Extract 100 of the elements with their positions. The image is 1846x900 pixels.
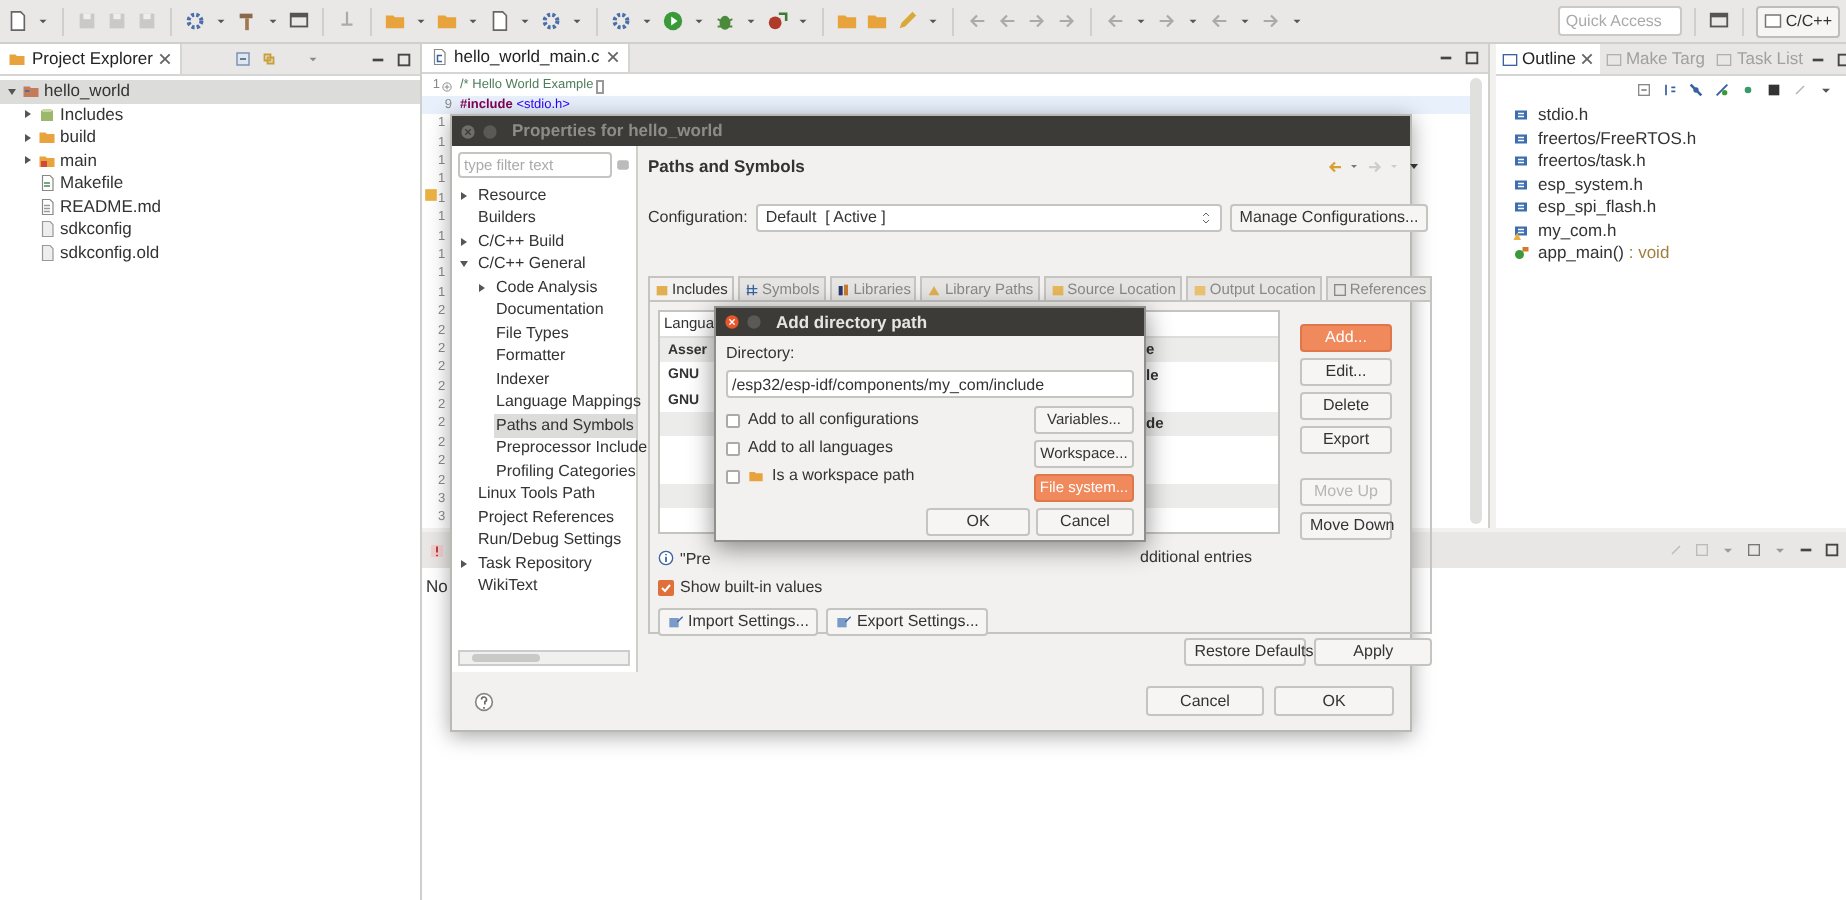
tree-item[interactable]: Language Mappings: [494, 390, 644, 415]
tree-item[interactable]: Task Repository: [476, 551, 594, 576]
collapse-all-icon[interactable]: [1636, 82, 1652, 98]
tree-item[interactable]: build: [60, 124, 96, 151]
caret-icon[interactable]: [214, 14, 228, 28]
quick-access-field[interactable]: Quick Access: [1557, 6, 1682, 36]
document-icon[interactable]: [6, 10, 28, 32]
tree-item[interactable]: Includes: [60, 101, 124, 128]
sort-icon[interactable]: [1662, 82, 1678, 98]
outline-item[interactable]: esp_system.h: [1538, 171, 1643, 198]
collapse-all-icon[interactable]: [233, 50, 252, 68]
caret-icon[interactable]: [570, 14, 584, 28]
outline-item[interactable]: my_com.h: [1538, 217, 1617, 244]
side-button[interactable]: Move Down: [1300, 512, 1392, 540]
tree-item[interactable]: Paths and Symbols: [494, 413, 636, 438]
tree-item[interactable]: C/C++ Build: [476, 229, 567, 254]
directory-field[interactable]: /esp32/esp-idf/components/my_com/include: [726, 370, 1134, 398]
tree-item[interactable]: sdkconfig.old: [60, 239, 160, 266]
ok-button[interactable]: OK: [926, 508, 1030, 536]
checkbox[interactable]: [726, 469, 740, 483]
gear-icon[interactable]: [540, 10, 562, 32]
checkbox[interactable]: [726, 413, 740, 427]
tree-item[interactable]: Indexer: [494, 367, 552, 392]
tree-item[interactable]: Profiling Categories: [494, 459, 638, 484]
tree-item[interactable]: Run/Debug Settings: [476, 528, 624, 553]
tree-item[interactable]: Project References: [476, 505, 617, 530]
side-button[interactable]: Edit...: [1300, 358, 1392, 386]
close-icon[interactable]: [1579, 52, 1594, 66]
configuration-select[interactable]: Default [ Active ]: [755, 204, 1222, 232]
tree-item[interactable]: File Types: [494, 321, 571, 346]
view-tab[interactable]: Outline: [1496, 44, 1600, 74]
caret-icon[interactable]: [1348, 160, 1361, 172]
window-icon[interactable]: [288, 10, 310, 32]
dot-icon[interactable]: [1740, 82, 1756, 98]
expand-arrow-icon[interactable]: [22, 154, 34, 167]
caret-icon[interactable]: [518, 14, 532, 28]
maximize-icon[interactable]: [396, 51, 412, 67]
hammer-icon[interactable]: [236, 10, 258, 32]
caret-icon[interactable]: [1290, 14, 1304, 28]
import-settings-button[interactable]: Import Settings...: [658, 608, 819, 636]
view-tab[interactable]: Project Explorer: [0, 44, 183, 74]
manage-configurations-button[interactable]: Manage Configurations...: [1229, 204, 1429, 232]
tree-item[interactable]: Resource: [476, 183, 549, 208]
tree-item[interactable]: README.md: [60, 193, 162, 220]
tree-item[interactable]: Formatter: [494, 344, 568, 369]
run-icon[interactable]: [662, 10, 684, 32]
caret-icon[interactable]: [1134, 14, 1148, 28]
outline-item[interactable]: esp_spi_flash.h: [1538, 194, 1657, 221]
caret-icon[interactable]: [36, 14, 50, 28]
gear-icon[interactable]: [184, 10, 206, 32]
tree-item[interactable]: hello_world: [44, 78, 130, 105]
caret-icon[interactable]: [1238, 14, 1252, 28]
tree-row[interactable]: hello_world: [0, 80, 420, 103]
outline-item[interactable]: stdio.h: [1538, 102, 1589, 129]
checkbox[interactable]: [726, 441, 740, 455]
scrollbar[interactable]: [1470, 77, 1482, 524]
caret-icon[interactable]: [1186, 14, 1200, 28]
close-icon[interactable]: [158, 52, 173, 66]
maximize-icon[interactable]: [1464, 49, 1480, 66]
tree-item[interactable]: Documentation: [494, 298, 606, 323]
caret-icon[interactable]: [640, 14, 654, 28]
tree-item[interactable]: main: [60, 147, 97, 174]
caret-icon[interactable]: [692, 14, 706, 28]
expand-arrow-icon[interactable]: [22, 108, 34, 121]
side-button[interactable]: Delete: [1300, 392, 1392, 420]
checkbox[interactable]: [658, 580, 674, 596]
expand-arrow-icon[interactable]: [6, 85, 18, 98]
caret-icon[interactable]: [466, 14, 480, 28]
expand-arrow-icon[interactable]: [458, 258, 470, 271]
side-button[interactable]: Export: [1300, 426, 1392, 454]
outline-item[interactable]: app_main() : void: [1538, 240, 1670, 267]
expand-arrow-icon[interactable]: [458, 235, 470, 248]
tree-item[interactable]: sdkconfig: [60, 216, 132, 243]
perspective-button[interactable]: C/C++: [1755, 5, 1840, 37]
caret-icon[interactable]: [266, 14, 280, 28]
expand-arrow-icon[interactable]: [458, 189, 470, 202]
outline-item[interactable]: freertos/task.h: [1538, 148, 1646, 175]
window-icon[interactable]: [1746, 542, 1762, 558]
document-icon[interactable]: [488, 10, 510, 32]
horizontal-scrollbar[interactable]: [458, 650, 630, 666]
caret-icon[interactable]: [796, 14, 810, 28]
external-tool-icon[interactable]: [766, 10, 788, 32]
fold-icon[interactable]: [442, 81, 452, 92]
outline-item[interactable]: freertos/FreeRTOS.h: [1538, 125, 1697, 152]
tree-item[interactable]: Makefile: [60, 170, 124, 197]
gear-icon[interactable]: [610, 10, 632, 32]
maximize-icon[interactable]: [1824, 542, 1840, 558]
caret-icon[interactable]: [744, 14, 758, 28]
help-icon[interactable]: [474, 691, 494, 711]
expand-arrow-icon[interactable]: [22, 131, 34, 144]
folded-marker[interactable]: [595, 79, 604, 94]
ok-button[interactable]: OK: [1274, 686, 1394, 716]
close-icon[interactable]: [605, 50, 620, 65]
bug-icon[interactable]: [714, 10, 736, 32]
cancel-button[interactable]: Cancel: [1146, 686, 1264, 716]
problems-icon[interactable]: [428, 541, 446, 559]
close-icon[interactable]: [724, 314, 740, 330]
menu-icon[interactable]: [1408, 160, 1421, 172]
tree-item[interactable]: Code Analysis: [494, 275, 600, 300]
tree-item[interactable]: Preprocessor Include: [494, 436, 650, 461]
